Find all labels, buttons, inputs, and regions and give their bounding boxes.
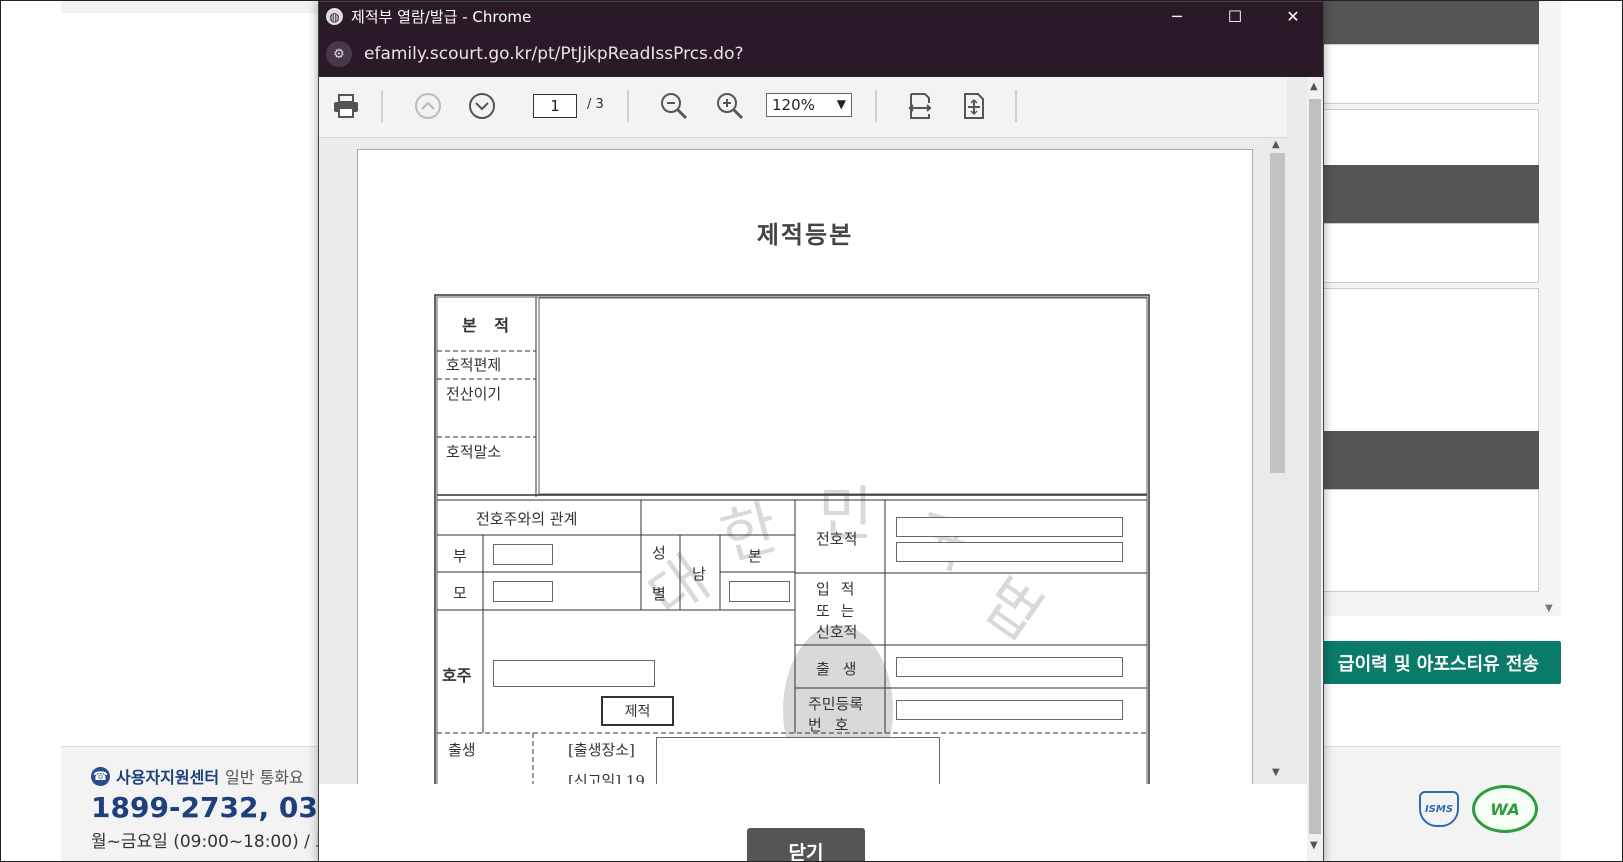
jeonhojeok-field-1: [896, 517, 1123, 537]
label-male: 남: [692, 565, 706, 583]
label-relation: 전호주와의 관계: [476, 510, 578, 528]
birth-place-field: [656, 737, 940, 785]
zoom-select[interactable]: 120% ▼: [766, 93, 852, 117]
hoju-field: [493, 660, 655, 687]
print-icon[interactable]: [331, 91, 361, 121]
toolbar-separator: [627, 90, 629, 122]
label-birth-place: [출생장소]: [568, 741, 635, 759]
label-hoju: 호주: [442, 666, 472, 685]
fit-page-icon[interactable]: [959, 91, 989, 121]
scroll-down-arrow[interactable]: ▼: [1272, 767, 1280, 778]
minimize-button[interactable]: ─: [1149, 2, 1205, 31]
window-scroll-up-arrow[interactable]: ▲: [1310, 81, 1318, 92]
page-url[interactable]: efamily.scourt.go.kr/pt/PtJjkpReadIssPrc…: [364, 44, 744, 64]
pdf-viewer: 1 / 3 120% ▼ ▲ ▼ ▲ 제적등본 대 한 민 법 본 적 호적편제…: [319, 77, 1323, 861]
label-ipjeok-3: 신호적: [816, 623, 858, 641]
window-titlebar: ◍ 제적부 열람/발급 - Chrome ─ ☐ ✕: [319, 2, 1323, 31]
document-page: 제적등본 대 한 민 국 법: [357, 149, 1253, 861]
window-title: 제적부 열람/발급 - Chrome: [351, 8, 532, 26]
address-bar: ⚙ efamily.scourt.go.kr/pt/PtJjkpReadIssP…: [319, 31, 1323, 77]
support-center-line: ☎ 사용자지원센터 일반 통화요: [91, 764, 304, 788]
phone-icon: ☎: [91, 766, 110, 786]
close-window-button[interactable]: ✕: [1265, 2, 1321, 31]
chevron-down-icon: ▼: [836, 97, 846, 111]
toolbar-separator: [1015, 90, 1017, 122]
window-scrollbar-thumb[interactable]: [1309, 99, 1321, 834]
zoom-out-icon[interactable]: [659, 91, 689, 121]
toolbar-separator: [875, 90, 877, 122]
scroll-up-arrow[interactable]: ▲: [1272, 139, 1280, 150]
support-hours: 월~금요일 (09:00~18:00) / 토: [91, 832, 331, 852]
label-birth: 출 생: [816, 660, 861, 678]
label-jumin-1: 주민등록: [808, 695, 864, 713]
right-panel-box: [1323, 109, 1539, 165]
right-panel-box: [1323, 44, 1539, 104]
label-jeonhojeok: 전호적: [816, 530, 858, 548]
page-total: / 3: [587, 97, 604, 112]
fit-width-icon[interactable]: [905, 91, 935, 121]
label-hojeok-pyeonje: 호적편제: [446, 356, 502, 374]
right-panel-box: [1323, 288, 1539, 431]
chrome-popup-window: ◍ 제적부 열람/발급 - Chrome ─ ☐ ✕ ⚙ efamily.sco…: [318, 1, 1324, 861]
site-settings-icon[interactable]: ⚙: [326, 41, 352, 67]
jejeok-box: 제적: [601, 696, 674, 726]
page-up-icon[interactable]: [413, 91, 443, 121]
close-button[interactable]: 닫기: [747, 828, 865, 861]
maximize-button[interactable]: ☐: [1207, 2, 1263, 31]
right-panel-header: [1323, 165, 1539, 223]
isms-badge: ISMS: [1419, 791, 1459, 827]
right-panel-header: [1323, 1, 1539, 44]
globe-icon: ◍: [326, 8, 343, 25]
jeonhojeok-field-2: [896, 542, 1123, 562]
label-ipjeok-2: 또 는: [816, 602, 858, 620]
support-center-sub: 일반 통화요: [225, 768, 304, 787]
bon-field: [729, 581, 790, 602]
birth-field: [896, 657, 1123, 677]
label-ipjeok-1: 입 적: [816, 580, 858, 598]
right-panel-box: [1323, 223, 1539, 283]
label-jumin-2: 번 호: [808, 716, 853, 734]
support-center-title: 사용자지원센터: [116, 768, 220, 787]
label-bon: 본: [748, 547, 762, 565]
right-panel-scrollbar[interactable]: ▼: [1539, 1, 1561, 616]
viewer-toolbar: 1 / 3 120% ▼: [319, 77, 1287, 138]
label-birth-left: 출생: [448, 741, 476, 759]
father-field: [493, 544, 553, 565]
right-panel-box: [1323, 489, 1539, 592]
label-jeonsan-igi: 전산이기: [446, 385, 502, 403]
label-mother: 모: [453, 584, 467, 602]
page-number-input[interactable]: 1: [533, 94, 577, 118]
right-panel-header: [1323, 431, 1539, 489]
label-sex-2: 별: [652, 585, 666, 603]
window-scroll-down-arrow[interactable]: ▼: [1310, 840, 1318, 851]
label-sex-1: 성: [652, 544, 666, 562]
page-down-icon[interactable]: [467, 91, 497, 121]
label-bonjeok: 본 적: [462, 316, 516, 335]
jumin-field: [896, 700, 1123, 720]
zoom-value: 120%: [772, 96, 815, 114]
label-hojeok-malso: 호적말소: [446, 443, 502, 461]
wa-badge: WA: [1472, 785, 1538, 833]
toolbar-separator: [381, 90, 383, 122]
mother-field: [493, 581, 553, 602]
document-scrollbar-thumb[interactable]: [1270, 153, 1285, 473]
issue-history-apostille-button[interactable]: 급이력 및 아포스티유 전송: [1311, 641, 1561, 684]
label-father: 부: [453, 547, 467, 565]
screen: ▼ 급이력 및 아포스티유 전송 ☎ 사용자지원센터 일반 통화요 1899-2…: [0, 0, 1623, 862]
zoom-in-icon[interactable]: [715, 91, 745, 121]
